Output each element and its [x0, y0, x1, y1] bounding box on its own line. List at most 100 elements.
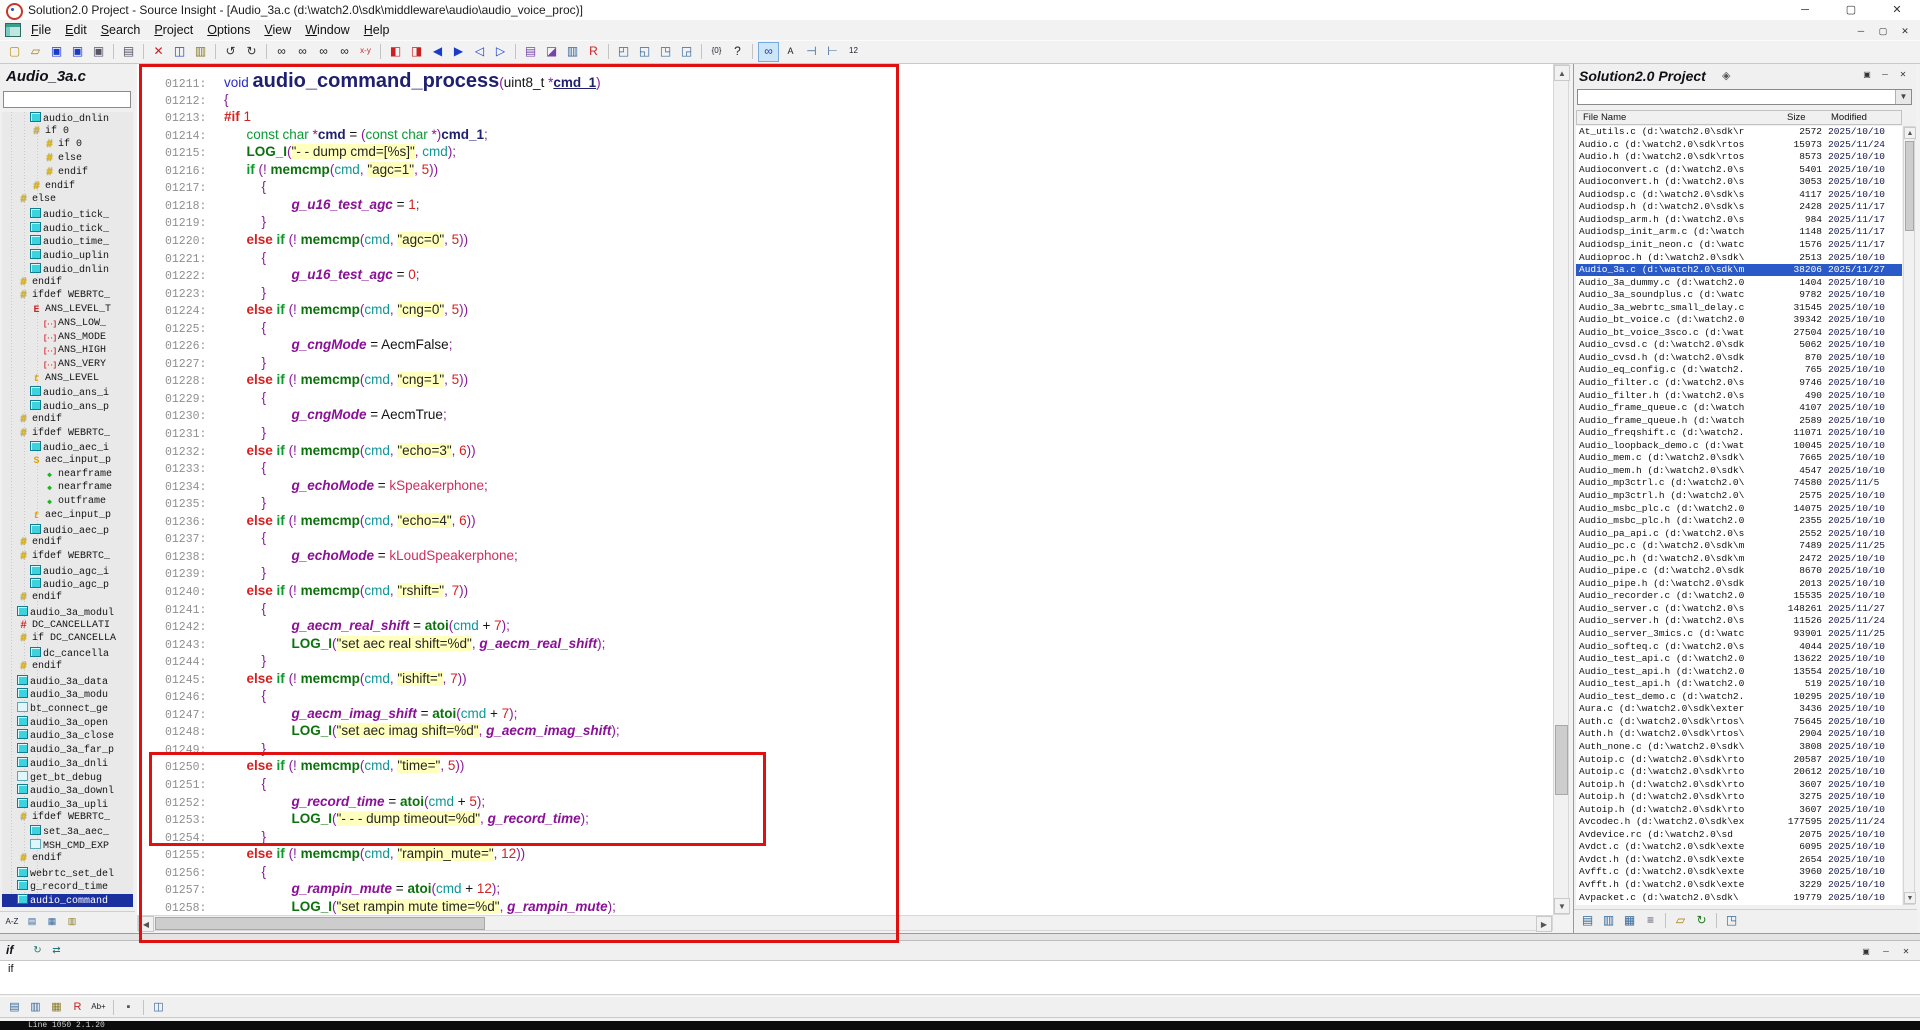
file-row[interactable]: Audio.h (d:\watch2.0\sdk\rtos85732025/10…	[1576, 151, 1902, 163]
file-row[interactable]: Audio_3a_webrtc_small_delay.c315452025/1…	[1576, 302, 1902, 314]
go-forward-icon[interactable]: ▶	[449, 42, 468, 60]
minimize-button[interactable]: ─	[1782, 0, 1828, 20]
symbol-tree-item[interactable]: audio_3a_data	[2, 675, 133, 688]
symbol-tree-item[interactable]: #endif	[2, 167, 133, 180]
symbol-tree-item[interactable]: #endif	[2, 592, 133, 605]
symbol-tree-item[interactable]: audio_aec_p	[2, 524, 133, 537]
symbol-tree-item[interactable]: #ifdef WEBRTC_	[2, 290, 133, 303]
bookmark-next-icon[interactable]: ◨	[407, 42, 426, 60]
view-details-icon[interactable]: ▥	[1599, 911, 1618, 929]
view-list-icon[interactable]: ▤	[1578, 911, 1597, 929]
case-sensitive-icon[interactable]: Ab+	[89, 998, 108, 1016]
save-copy-icon[interactable]: ▣	[89, 42, 108, 60]
symbol-tree-item[interactable]: #else	[2, 194, 133, 207]
symbol-tree-item[interactable]: #endif	[2, 414, 133, 427]
symbol-tree-item[interactable]: ◆nearframe	[2, 482, 133, 495]
file-row[interactable]: Audio_frame_queue.h (d:\watch25892025/10…	[1576, 415, 1902, 427]
file-row[interactable]: Audio_recorder.c (d:\watch2.0155352025/1…	[1576, 590, 1902, 602]
scroll-thumb[interactable]	[1905, 141, 1914, 231]
symbol-tree-item[interactable]: tANS_LEVEL	[2, 373, 133, 386]
symbol-tree-item[interactable]: audio_3a_close	[2, 729, 133, 742]
symbol-list-icon[interactable]: ▥	[563, 42, 582, 60]
file-row[interactable]: Audio_server.c (d:\watch2.0\s1482612025/…	[1576, 603, 1902, 615]
symbol-tree-item[interactable]: audio_3a_upli	[2, 798, 133, 811]
file-row[interactable]: Audiodsp_init_arm.c (d:\watch11482025/11…	[1576, 226, 1902, 238]
relation-link-icon[interactable]: ⇄	[48, 943, 65, 959]
bottom-pane-content[interactable]: if	[0, 961, 1920, 995]
symbol-tree-item[interactable]: #endif	[2, 661, 133, 674]
file-list-scrollbar[interactable]: ▲ ▼	[1903, 126, 1915, 905]
editor-vertical-scrollbar[interactable]: ▲ ▼	[1553, 64, 1569, 915]
menu-search[interactable]: Search	[94, 20, 148, 40]
symbol-tree-item[interactable]: audio_3a_modu	[2, 688, 133, 701]
symbol-tree-item[interactable]: #ifdef WEBRTC_	[2, 551, 133, 564]
symbol-tree-item[interactable]: webrtc_set_del	[2, 867, 133, 880]
file-row[interactable]: Audio_filter.c (d:\watch2.0\s97462025/10…	[1576, 377, 1902, 389]
arrange-windows-icon[interactable]: ◲	[677, 42, 696, 60]
goto-definition-icon[interactable]: ▤	[5, 998, 24, 1016]
symbol-tree-item[interactable]: audio_3a_far_p	[2, 743, 133, 756]
scroll-down-arrow[interactable]: ▼	[1904, 892, 1916, 904]
symbol-tree-item[interactable]: audio_agc_i	[2, 565, 133, 578]
book-view-icon[interactable]: ▥	[63, 913, 81, 930]
go-back-icon[interactable]: ◀	[428, 42, 447, 60]
symbol-tree-item[interactable]: audio_3a_modul	[2, 606, 133, 619]
menu-view[interactable]: View	[257, 20, 298, 40]
group-view-icon[interactable]: ▦	[43, 913, 61, 930]
symbol-tree-item[interactable]: [··]ANS_MODE	[2, 332, 133, 345]
menu-edit[interactable]: Edit	[58, 20, 94, 40]
file-row[interactable]: Audio_pa_api.c (d:\watch2.0\s25522025/10…	[1576, 528, 1902, 540]
symbol-tree-item[interactable]: [··]ANS_LOW_	[2, 318, 133, 331]
symbol-tree-item[interactable]: #endif	[2, 277, 133, 290]
mdi-restore-icon[interactable]: ▢	[1873, 23, 1893, 39]
column-file-name[interactable]: File Name	[1583, 112, 1626, 123]
panel-close-icon[interactable]: ✕	[1895, 68, 1911, 82]
project-filter-combobox[interactable]: ▼	[1577, 89, 1912, 105]
scroll-right-arrow[interactable]: ▶	[1536, 916, 1552, 932]
context-window-icon[interactable]: ◪	[542, 42, 561, 60]
file-row[interactable]: At_utils.c (d:\watch2.0\sdk\r25722025/10…	[1576, 126, 1902, 138]
symbol-tree-item[interactable]: audio_uplin	[2, 249, 133, 262]
cascade-windows-icon[interactable]: ◳	[656, 42, 675, 60]
symbol-tree-item[interactable]: audio_tick_	[2, 222, 133, 235]
column-modified[interactable]: Modified	[1831, 112, 1867, 123]
file-row[interactable]: Audio_pc.c (d:\watch2.0\sdk\m74892025/11…	[1576, 540, 1902, 552]
symbol-tree-item[interactable]: audio_dnlin	[2, 112, 133, 125]
symbol-tree-item[interactable]: audio_3a_open	[2, 716, 133, 729]
file-row[interactable]: Audio_mp3ctrl.c (d:\watch2.0\745802025/1…	[1576, 477, 1902, 489]
file-row[interactable]: Audiodsp.c (d:\watch2.0\sdk\s41172025/10…	[1576, 189, 1902, 201]
file-row[interactable]: Audio_mem.h (d:\watch2.0\sdk\45472025/10…	[1576, 465, 1902, 477]
file-row[interactable]: Audio_cvsd.c (d:\watch2.0\sdk50622025/10…	[1576, 339, 1902, 351]
syntax-format-icon[interactable]: {0}	[707, 42, 726, 60]
symbol-tree-item[interactable]: audio_time_	[2, 235, 133, 248]
sort-alpha-icon[interactable]: A-Z	[3, 913, 21, 930]
symbol-tree-item[interactable]: ◆outframe	[2, 496, 133, 509]
file-row[interactable]: Autoip.h (d:\watch2.0\sdk\rto32752025/10…	[1576, 791, 1902, 803]
symbol-tree-item[interactable]: get_bt_debug	[2, 771, 133, 784]
view-icons-icon[interactable]: ▦	[1620, 911, 1639, 929]
symbol-tree-item[interactable]: audio_ans_p	[2, 400, 133, 413]
file-row[interactable]: Avfft.h (d:\watch2.0\sdk\exte32292025/10…	[1576, 879, 1902, 891]
copy-icon[interactable]: ◫	[170, 42, 189, 60]
file-row[interactable]: Auth.c (d:\watch2.0\sdk\rtos\756452025/1…	[1576, 716, 1902, 728]
menu-help[interactable]: Help	[357, 20, 397, 40]
file-row[interactable]: Audio_server.h (d:\watch2.0\s115262025/1…	[1576, 615, 1902, 627]
file-list-header[interactable]: File Name Size Modified	[1576, 110, 1902, 125]
help-icon[interactable]: ?	[728, 42, 747, 60]
goto-symbol-icon[interactable]: ▤	[521, 42, 540, 60]
cut-icon[interactable]: ✕	[149, 42, 168, 60]
symbol-tree-item[interactable]: #DC_CANCELLATI	[2, 620, 133, 633]
search-files-icon[interactable]: ∞	[293, 42, 312, 60]
symbol-tree-item[interactable]: #if 0	[2, 126, 133, 139]
file-row[interactable]: Autoip.h (d:\watch2.0\sdk\rto36072025/10…	[1576, 804, 1902, 816]
symbol-filter-input[interactable]	[3, 91, 131, 108]
symbol-tree-item[interactable]: #ifdef WEBRTC_	[2, 812, 133, 825]
file-row[interactable]: Audio_3a.c (d:\watch2.0\sdk\m382062025/1…	[1576, 264, 1902, 276]
close-button[interactable]: ✕	[1874, 0, 1920, 20]
code-editor[interactable]: 01211:void audio_command_process(uint8_t…	[137, 64, 1553, 915]
symbol-tree-item[interactable]: set_3a_aec_	[2, 825, 133, 838]
file-row[interactable]: Audio_bt_voice_3sco.c (d:\wat275042025/1…	[1576, 327, 1902, 339]
file-row[interactable]: Audio_frame_queue.c (d:\watch41072025/10…	[1576, 402, 1902, 414]
file-row[interactable]: Audioproc.h (d:\watch2.0\sdk\25132025/10…	[1576, 252, 1902, 264]
file-row[interactable]: Avfft.c (d:\watch2.0\sdk\exte39602025/10…	[1576, 866, 1902, 878]
